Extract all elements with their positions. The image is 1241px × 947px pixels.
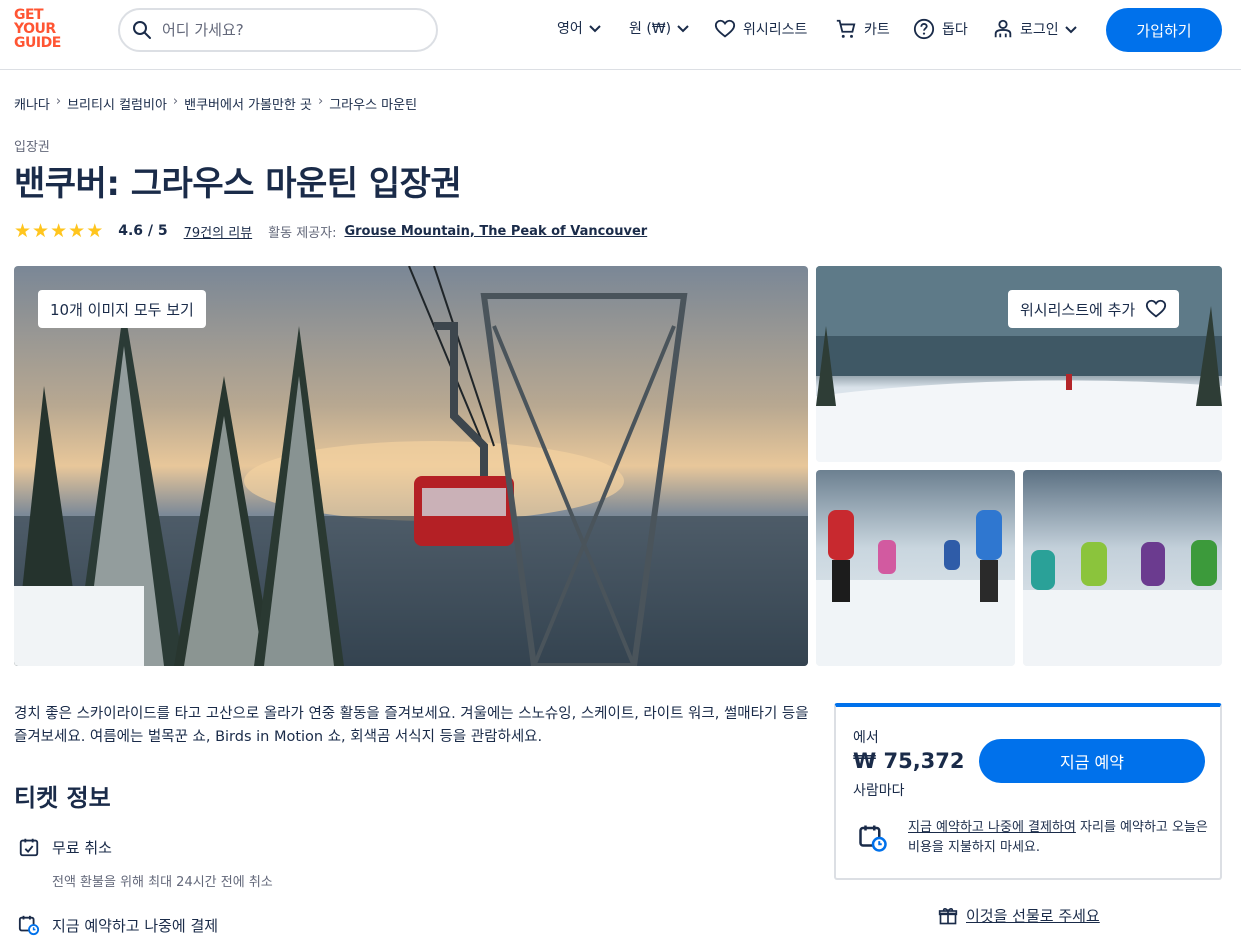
breadcrumb-separator: › xyxy=(55,94,62,109)
add-to-wishlist-button[interactable]: 위시리스트에 추가 xyxy=(1008,290,1180,328)
skating-family-graphic xyxy=(816,510,1015,666)
book-now-button[interactable]: 지금 예약 xyxy=(979,739,1205,783)
gallery-image-snowshoeing[interactable] xyxy=(1023,470,1222,666)
calendar-clock-icon xyxy=(859,825,887,852)
reserve-now-link[interactable]: 지금 예약하고 나중에 결제하여 xyxy=(908,820,1076,835)
price-value: ₩ 75,372 xyxy=(853,749,965,773)
free-cancellation-feature: 무료 취소 xyxy=(18,836,112,858)
search-icon xyxy=(133,21,151,39)
currency-selector[interactable]: 원 (₩) xyxy=(629,18,691,38)
breadcrumb-item[interactable]: 캐나다 xyxy=(14,94,50,113)
cart-icon xyxy=(836,19,856,38)
getyourguide-logo[interactable]: GET YOUR GUIDE xyxy=(14,8,72,56)
ticket-info-heading: 티켓 정보 xyxy=(14,784,111,812)
logo-line-1: GET xyxy=(14,7,44,23)
chevron-down-icon xyxy=(589,25,601,33)
category-label: 입장권 xyxy=(14,140,50,155)
signup-button[interactable]: 가입하기 xyxy=(1106,8,1222,52)
breadcrumb-item[interactable]: 브리티시 컬럼비아 xyxy=(67,94,167,113)
heart-icon xyxy=(714,19,736,38)
login-menu[interactable]: 로그인 xyxy=(992,18,1079,40)
star-rating: ★ ★ ★ ★ ★ xyxy=(14,220,104,242)
user-icon xyxy=(994,19,1012,38)
breadcrumb-item[interactable]: 그라우스 마운틴 xyxy=(329,94,417,113)
star-icon: ★ xyxy=(68,220,87,242)
free-cancellation-label: 무료 취소 xyxy=(52,838,112,857)
reviews-link[interactable]: 79건의 리뷰 xyxy=(184,222,253,241)
star-icon: ★ xyxy=(14,220,33,242)
gift-link[interactable]: 이것을 선물로 주세요 xyxy=(938,905,1100,926)
star-icon: ★ xyxy=(50,220,69,242)
star-icon: ★ xyxy=(32,220,51,242)
price-from-label: 에서 xyxy=(853,730,879,746)
question-circle-icon xyxy=(913,18,935,40)
search-box[interactable] xyxy=(118,8,438,52)
reserve-now-label: 지금 예약하고 나중에 결제 xyxy=(52,916,219,935)
rating-row: ★ ★ ★ ★ ★ 4.6 / 5 79건의 리뷰 활동 제공자: Grouse… xyxy=(14,220,647,242)
free-cancellation-detail: 전액 환불을 위해 최대 24시간 전에 취소 xyxy=(52,875,273,890)
login-label: 로그인 xyxy=(1020,22,1059,38)
chevron-down-icon xyxy=(1064,26,1077,34)
view-all-images-label: 10개 이미지 모두 보기 xyxy=(50,300,194,319)
price-per-label: 사람마다 xyxy=(853,783,905,799)
calendar-check-icon xyxy=(19,838,39,857)
cart-link[interactable]: 카트 xyxy=(835,18,890,40)
gallery-image-skating-family[interactable] xyxy=(816,470,1015,666)
language-label: 영어 xyxy=(557,21,583,37)
cart-label: 카트 xyxy=(864,22,890,38)
main-gallery-image[interactable]: 10개 이미지 모두 보기 xyxy=(14,266,808,666)
calendar-clock-icon xyxy=(18,915,40,936)
wishlist-link[interactable]: 위시리스트 xyxy=(714,18,807,40)
reserve-now-feature: 지금 예약하고 나중에 결제 xyxy=(18,914,218,936)
breadcrumb-separator: › xyxy=(317,94,324,109)
language-selector[interactable]: 영어 xyxy=(557,18,603,38)
provider-link[interactable]: Grouse Mountain, The Peak of Vancouver xyxy=(344,224,647,239)
breadcrumb: 캐나다 › 브리티시 컬럼비아 › 밴쿠버에서 가볼만한 곳 › 그라우스 마운… xyxy=(14,94,417,113)
add-to-wishlist-label: 위시리스트에 추가 xyxy=(1020,300,1136,319)
view-all-images-button[interactable]: 10개 이미지 모두 보기 xyxy=(38,290,206,328)
page-title: 밴쿠버: 그라우스 마운틴 입장권 xyxy=(14,164,462,204)
provider-label: 활동 제공자: xyxy=(268,225,337,241)
top-header: GET YOUR GUIDE 영어 원 (₩) 위시리스트 카트 돕다 로그인 … xyxy=(0,0,1241,70)
breadcrumb-separator: › xyxy=(172,94,179,109)
help-label: 돕다 xyxy=(942,22,968,38)
chevron-down-icon xyxy=(677,25,689,33)
gift-icon xyxy=(938,907,958,924)
gallery-image-ski-slope[interactable]: 위시리스트에 추가 xyxy=(816,266,1222,462)
reserve-note: 지금 예약하고 나중에 결제하여 자리를 예약하고 오늘은 비용을 지불하지 마… xyxy=(908,818,1208,858)
booking-card: 에서 ₩ 75,372 사람마다 지금 예약 지금 예약하고 나중에 결제하여 … xyxy=(834,703,1222,880)
logo-line-2: YOUR xyxy=(14,21,56,37)
wishlist-label: 위시리스트 xyxy=(743,22,808,38)
help-link[interactable]: 돕다 xyxy=(913,18,968,40)
gift-label: 이것을 선물로 주세요 xyxy=(966,907,1100,925)
logo-line-3: GUIDE xyxy=(14,35,61,51)
snowshoeing-graphic xyxy=(1023,540,1222,666)
search-input[interactable] xyxy=(162,21,422,39)
heart-icon xyxy=(1146,299,1167,318)
rating-value: 4.6 / 5 xyxy=(118,223,168,239)
activity-description: 경치 좋은 스카이라이드를 타고 고산으로 올라가 연중 활동을 즐겨보세요. … xyxy=(14,706,809,745)
breadcrumb-item[interactable]: 밴쿠버에서 가볼만한 곳 xyxy=(184,94,312,113)
star-icon: ★ xyxy=(86,220,105,242)
currency-label: 원 (₩) xyxy=(629,21,672,37)
